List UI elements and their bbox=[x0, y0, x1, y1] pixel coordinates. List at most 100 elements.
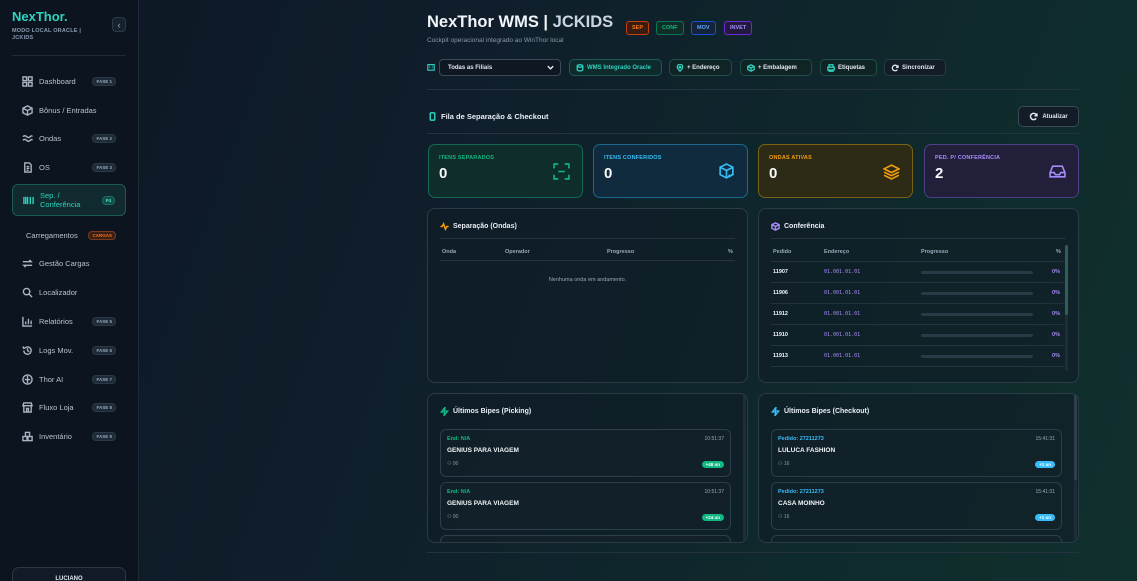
list-item[interactable]: End: N/A 10:51:37 GENIUS PARA VIAGEM ⚇ 9… bbox=[440, 482, 731, 530]
sidebar-item-dashboard[interactable]: Dashboard FASE 1 bbox=[12, 70, 126, 92]
waves-icon bbox=[21, 132, 33, 144]
phase-badge: FASE 7 bbox=[92, 374, 116, 384]
atualizar-label: Atualizar bbox=[1042, 113, 1068, 120]
conferencia-panel: Conferência Pedido Endereço Progresso % … bbox=[758, 208, 1079, 383]
list-item[interactable]: Pedido: 27211273 15:41:31 LULUCA FASHION… bbox=[771, 429, 1062, 477]
bip-user-id: 90 bbox=[452, 461, 459, 467]
divider bbox=[440, 238, 735, 239]
sidebar-item-os[interactable]: OS FASE 3 bbox=[12, 156, 126, 178]
card-label: ONDAS ATIVAS bbox=[769, 155, 812, 161]
section-title-text: Fila de Separação & Checkout bbox=[441, 112, 549, 121]
list-item[interactable] bbox=[440, 535, 731, 542]
quantity-badge: +48 un bbox=[701, 461, 724, 468]
column-header: % bbox=[728, 249, 733, 255]
sidebar-item-label: Thor AI bbox=[39, 374, 64, 384]
title-main: NexThor WMS | bbox=[427, 13, 549, 31]
column-header: Progresso bbox=[607, 249, 635, 255]
embalagem-label: + Embalagem bbox=[758, 64, 797, 71]
sidebar-item-thor-ai[interactable]: Thor AI FASE 7 bbox=[12, 368, 126, 390]
card-label: ITENS CONFERIDOS bbox=[604, 155, 662, 161]
sidebar: NexThor. MODO LOCAL ORACLE | JCKIDS ‹ Da… bbox=[0, 0, 139, 581]
endereco-cell: 01.001.01.01 bbox=[824, 290, 861, 296]
sidebar-subitem-carregamentos[interactable]: Carregamentos CARGAS bbox=[12, 224, 126, 246]
bip-time: 10:51:37 bbox=[704, 489, 724, 495]
chevron-down-icon bbox=[546, 63, 555, 74]
bip-user-id: 16 bbox=[783, 461, 790, 467]
filial-select[interactable]: Todas as Filiais bbox=[439, 59, 561, 76]
bip-user: ⚇ 90 bbox=[447, 514, 458, 520]
column-header: Endereço bbox=[824, 249, 850, 255]
inbox-icon bbox=[1049, 165, 1066, 178]
map-pin-icon bbox=[676, 63, 684, 72]
dashboard-icon bbox=[21, 75, 33, 87]
etiquetas-button[interactable]: Etiquetas bbox=[820, 59, 877, 76]
card-label: PED. P/ CONFERÊNCIA bbox=[935, 155, 1001, 161]
table-row[interactable]: 11912 01.001.01.01 0% bbox=[771, 303, 1066, 324]
barcode-icon bbox=[22, 194, 34, 206]
sidebar-item-inventario[interactable]: Inventário FASE 9 bbox=[12, 425, 126, 447]
sidebar-item-gestao-cargas[interactable]: Gestão Cargas bbox=[12, 252, 126, 274]
sidebar-item-localizador[interactable]: Localizador bbox=[12, 281, 126, 303]
sidebar-item-label: Relatórios bbox=[39, 316, 73, 326]
list-item[interactable] bbox=[771, 535, 1062, 542]
scrollbar-thumb[interactable] bbox=[1074, 394, 1077, 480]
refresh-icon bbox=[891, 64, 899, 71]
document-icon bbox=[21, 161, 33, 173]
collapse-sidebar-button[interactable]: ‹ bbox=[112, 17, 126, 32]
list-item[interactable]: End: N/A 10:51:37 GENIUS PARA VIAGEM ⚇ 9… bbox=[440, 429, 731, 477]
list-item[interactable]: Pedido: 27211273 15:41:31 CASA MOINHO ⚇ … bbox=[771, 482, 1062, 530]
sincronizar-button[interactable]: Sincronizar bbox=[884, 59, 946, 76]
sidebar-item-relatorios[interactable]: Relatórios FASE 5 bbox=[12, 310, 126, 332]
sidebar-item-logs[interactable]: Logs Mov. FASE 6 bbox=[12, 339, 126, 361]
endereco-cell: 01.001.01.01 bbox=[824, 353, 861, 359]
etiquetas-label: Etiquetas bbox=[838, 64, 866, 71]
panel-title-text: Conferência bbox=[784, 223, 825, 230]
quantity-badge: +1 un bbox=[1035, 461, 1055, 468]
bip-user: ⚇ 90 bbox=[447, 461, 458, 467]
percent-cell: 0% bbox=[1052, 269, 1060, 275]
bip-user: ⚇ 16 bbox=[778, 514, 789, 520]
panel-title-text: Separação (Ondas) bbox=[453, 223, 517, 230]
sincronizar-label: Sincronizar bbox=[902, 64, 935, 71]
scrollbar-track[interactable] bbox=[743, 394, 746, 542]
panel-title: Separação (Ondas) bbox=[440, 222, 517, 231]
scrollbar-thumb[interactable] bbox=[1065, 245, 1068, 315]
progress-bar bbox=[921, 271, 1033, 274]
tag-invet: INVET bbox=[724, 21, 753, 35]
sidebar-item-bonus[interactable]: Bônus / Entradas bbox=[12, 99, 126, 121]
phase-badge: FASE 9 bbox=[92, 431, 116, 441]
table-row[interactable]: 11913 01.001.01.01 0% bbox=[771, 345, 1066, 366]
card-itens-conferidos: ITENS CONFERIDOS 0 bbox=[593, 144, 748, 198]
bot-icon bbox=[21, 373, 33, 385]
sidebar-item-separacao[interactable]: Sep. / Conferência F4 bbox=[12, 184, 126, 216]
sidebar-item-fluxo-loja[interactable]: Fluxo Loja FASE 8 bbox=[12, 396, 126, 418]
table-row[interactable]: 11906 01.001.01.01 0% bbox=[771, 282, 1066, 303]
column-header: Onda bbox=[442, 249, 457, 255]
card-ondas-ativas: ONDAS ATIVAS 0 bbox=[758, 144, 913, 198]
bip-customer: LULUCA FASHION bbox=[778, 447, 836, 454]
sidebar-item-label: Dashboard bbox=[39, 76, 76, 86]
bip-order: Pedido: 27211273 bbox=[778, 489, 824, 495]
add-endereco-button[interactable]: + Endereço bbox=[669, 59, 732, 76]
add-embalagem-button[interactable]: + Embalagem bbox=[740, 59, 812, 76]
box-icon bbox=[747, 63, 755, 72]
bipes-checkout-panel: Últimos Bipes (Checkout) Pedido: 2721127… bbox=[758, 393, 1079, 543]
swap-icon bbox=[21, 257, 33, 269]
divider bbox=[771, 238, 1066, 239]
refresh-icon bbox=[1030, 112, 1038, 121]
panel-title: Últimos Bipes (Checkout) bbox=[771, 407, 869, 416]
percent-cell: 0% bbox=[1052, 353, 1060, 359]
sidebar-item-label: Localizador bbox=[39, 287, 78, 297]
atualizar-button[interactable]: Atualizar bbox=[1018, 106, 1079, 127]
empty-state: Nenhuma onda em andamento. bbox=[548, 277, 627, 283]
table-row[interactable]: 11910 01.001.01.01 0% bbox=[771, 324, 1066, 345]
table-row[interactable]: 11907 01.001.01.01 0% bbox=[771, 261, 1066, 282]
progress-bar bbox=[921, 355, 1033, 358]
divider bbox=[427, 552, 1079, 553]
bip-location: End: N/A bbox=[447, 489, 471, 495]
bipes-picking-panel: Últimos Bipes (Picking) End: N/A 10:51:3… bbox=[427, 393, 748, 543]
sidebar-item-label: Ondas bbox=[39, 133, 62, 143]
sidebar-item-ondas[interactable]: Ondas FASE 2 bbox=[12, 127, 126, 149]
sidebar-item-label: Inventário bbox=[39, 431, 72, 441]
user-menu[interactable]: LUCIANO bbox=[12, 567, 126, 581]
